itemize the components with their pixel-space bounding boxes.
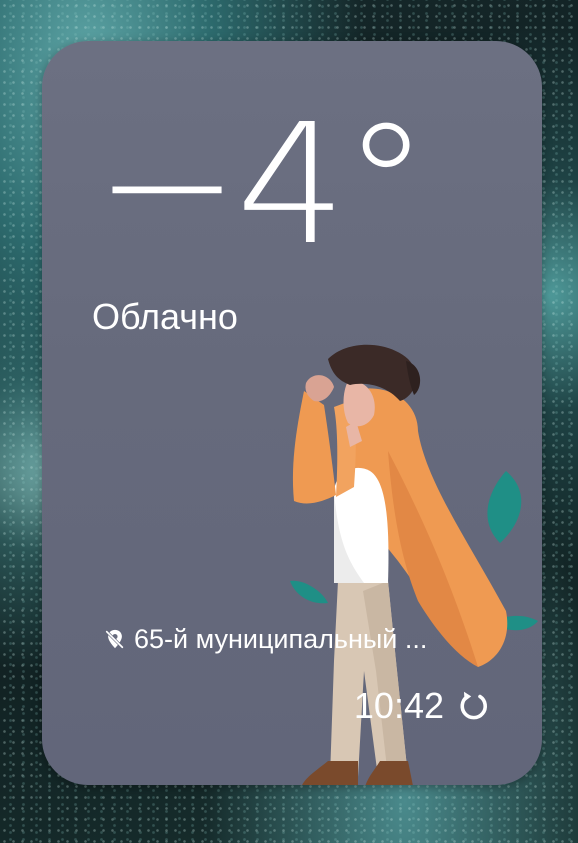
updated-time: 10:42 xyxy=(353,685,444,726)
refresh-icon[interactable] xyxy=(456,688,492,724)
weather-condition: Облачно xyxy=(92,296,238,337)
temperature-value: −4° xyxy=(94,89,430,282)
weather-widget[interactable]: −4° Облачно 65-й муниципальный ... 10:42 xyxy=(42,41,542,785)
location-name: 65-й муниципальный ... xyxy=(134,624,428,654)
update-row: 10:42 xyxy=(354,684,492,728)
location-off-icon xyxy=(104,628,126,650)
location-row[interactable]: 65-й муниципальный ... xyxy=(104,619,504,659)
